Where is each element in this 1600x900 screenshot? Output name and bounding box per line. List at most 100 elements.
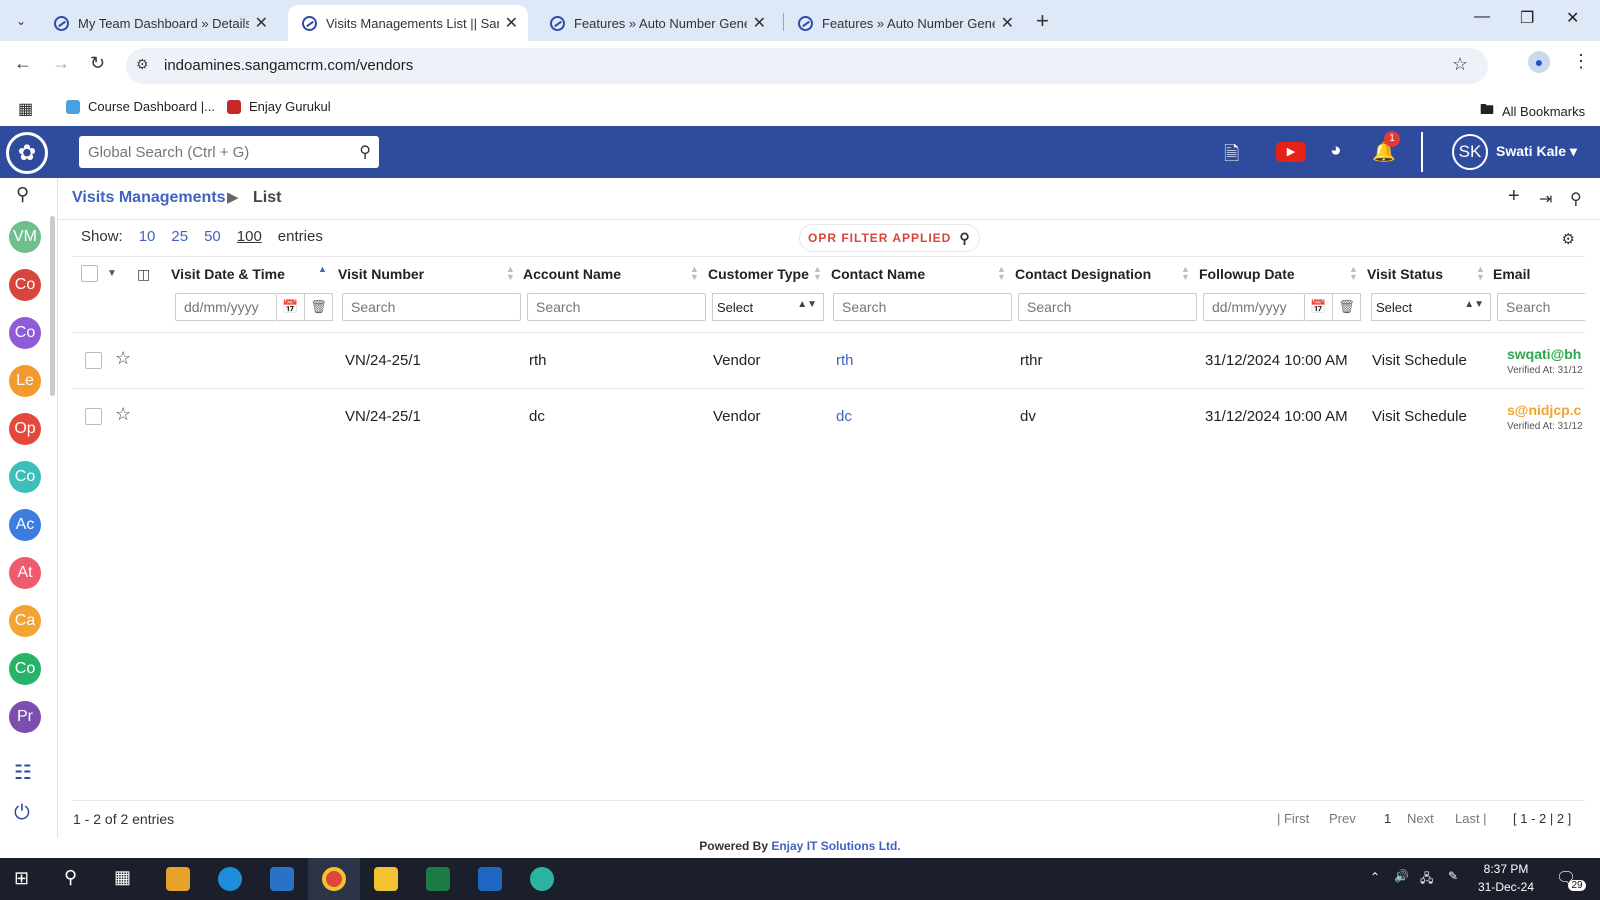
global-search-box[interactable]: ⚲ (79, 136, 379, 168)
keyboard-shortcuts-icon[interactable]: ☷ (14, 760, 32, 785)
sidebar-module-avatar[interactable]: Co (9, 317, 41, 349)
pagination-current-page[interactable]: 1 (1384, 811, 1391, 826)
contact-name-link[interactable]: dc (836, 408, 852, 425)
restore-icon[interactable]: ❐ (1520, 8, 1534, 28)
favorite-star-icon[interactable]: ☆ (115, 348, 131, 369)
taskbar-search-icon[interactable]: ⚲ (64, 867, 77, 888)
contact-name-search-input[interactable] (833, 293, 1012, 321)
followup-date-filter-input[interactable] (1203, 293, 1305, 321)
back-arrow-icon[interactable]: ← (14, 53, 32, 74)
browser-profile-icon[interactable]: ● (1528, 51, 1550, 73)
search-icon[interactable]: ⚲ (359, 142, 371, 162)
user-avatar[interactable]: SK (1452, 134, 1488, 170)
column-header-followup-date[interactable]: Followup Date (1199, 266, 1295, 282)
task-view-icon[interactable]: ▦ (114, 867, 131, 888)
clear-date-trash-icon[interactable]: 🗑 (1333, 293, 1361, 321)
pagination-prev[interactable]: Prev (1329, 811, 1356, 826)
forward-arrow-icon[interactable]: → (52, 53, 70, 74)
browser-tab-active[interactable]: Visits Managements List || Sang ✕ (288, 5, 528, 41)
company-link[interactable]: Enjay IT Solutions Ltd. (771, 839, 900, 853)
outlook-app-icon[interactable] (478, 867, 502, 891)
reload-icon[interactable]: ↻ (90, 53, 105, 74)
pagination-first[interactable]: | First (1277, 811, 1309, 826)
browser-tab[interactable]: My Team Dashboard » Details || ✕ (40, 5, 278, 41)
column-header-visit-date[interactable]: Visit Date & Time (171, 266, 285, 282)
page-size-100[interactable]: 100 (237, 228, 262, 245)
edge-browser-icon[interactable] (218, 867, 242, 891)
sort-icon[interactable]: ▲ ▼ (1476, 265, 1485, 282)
column-header-account-name[interactable]: Account Name (523, 266, 621, 282)
column-header-contact-name[interactable]: Contact Name (831, 266, 925, 282)
list-search-icon[interactable]: ⚲ (1570, 189, 1582, 209)
sort-asc-icon[interactable]: ▲ (318, 265, 327, 274)
bookmark-course-dashboard[interactable]: Course Dashboard |... (66, 99, 215, 114)
breadcrumb-module-link[interactable]: Visits Managements (72, 189, 226, 207)
clear-date-trash-icon[interactable]: 🗑 (305, 293, 333, 321)
bulk-action-caret-icon[interactable]: ▼ (107, 268, 117, 279)
email-link[interactable]: swqati@bh (1507, 346, 1581, 362)
calendar-icon[interactable]: 📅 (277, 293, 305, 321)
clock-time[interactable]: 8:37 PM (1478, 862, 1534, 876)
sort-icon[interactable]: ▲ ▼ (690, 265, 699, 282)
opr-filter-badge[interactable]: OPR FILTER APPLIED ⚲ (799, 224, 980, 252)
row-checkbox[interactable] (85, 408, 102, 425)
browser-tab[interactable]: Features » Auto Number Gener ✕ (784, 5, 1024, 41)
windows-start-icon[interactable]: ⊞ (14, 868, 29, 889)
column-header-email[interactable]: Email (1493, 266, 1530, 282)
table-row[interactable]: ☆ VN/24-25/1 rth Vendor rth rthr 31/12/2024 10… (73, 332, 1585, 387)
power-logout-icon[interactable]: ⏻ (14, 802, 30, 825)
address-bar[interactable]: ⚙ indoamines.sangamcrm.com/vendors ☆ (126, 48, 1488, 84)
close-tab-icon[interactable]: ✕ (1001, 13, 1014, 33)
browser-menu-icon[interactable]: ⋮ (1572, 51, 1590, 72)
edge-dev-browser-icon[interactable] (530, 867, 554, 891)
sort-icon[interactable]: ▲ ▼ (1181, 265, 1190, 282)
site-settings-icon[interactable]: ⚙ (136, 56, 149, 73)
file-stack-app-icon[interactable] (166, 867, 190, 891)
page-size-25[interactable]: 25 (171, 228, 188, 245)
close-tab-icon[interactable]: ✕ (505, 13, 518, 33)
user-menu[interactable]: Swati Kale ▾ (1496, 143, 1577, 160)
sidebar-module-avatar[interactable]: Ac (9, 509, 41, 541)
favorite-star-icon[interactable]: ☆ (115, 404, 131, 425)
minimize-icon[interactable]: — (1474, 8, 1490, 26)
document-search-icon[interactable]: 🗎 (1224, 140, 1239, 172)
apps-grid-icon[interactable]: ▦ (18, 99, 33, 119)
visit-status-select[interactable]: Select ▲▼ (1371, 293, 1491, 321)
sangam-logo-icon[interactable]: ✿ (6, 132, 48, 174)
youtube-icon[interactable]: ▶ (1276, 142, 1306, 162)
calendar-icon[interactable]: 📅 (1305, 293, 1333, 321)
clock-date[interactable]: 31-Dec-24 (1476, 880, 1536, 894)
close-tab-icon[interactable]: ✕ (255, 13, 268, 33)
visit-date-filter-input[interactable] (175, 293, 277, 321)
file-explorer-app-icon[interactable] (270, 867, 294, 891)
sidebar-module-avatar[interactable]: At (9, 557, 41, 589)
pagination-next[interactable]: Next (1407, 811, 1434, 826)
sort-icon[interactable]: ▲ ▼ (1349, 265, 1358, 282)
sidebar-module-avatar[interactable]: Le (9, 365, 41, 397)
sort-icon[interactable]: ▲ ▼ (506, 265, 515, 282)
network-icon[interactable]: 🖧 (1420, 869, 1433, 890)
pagination-last[interactable]: Last | (1455, 811, 1487, 826)
page-size-50[interactable]: 50 (204, 228, 221, 245)
sidebar-module-avatar[interactable]: Co (9, 461, 41, 493)
bookmark-enjay-gurukul[interactable]: Enjay Gurukul (227, 99, 331, 114)
email-link[interactable]: s@nidjcp.c (1507, 402, 1581, 418)
window-close-icon[interactable]: ✕ (1566, 8, 1579, 28)
folder-app-icon[interactable] (374, 867, 398, 891)
email-search-input[interactable] (1497, 293, 1585, 321)
sidebar-module-avatar[interactable]: Ca (9, 605, 41, 637)
new-tab-plus-icon[interactable]: + (1036, 8, 1049, 34)
tray-chevron-icon[interactable]: ⌃ (1370, 870, 1380, 884)
pen-icon[interactable]: ✎ (1448, 869, 1458, 883)
pie-chart-icon[interactable]: ◕ (1330, 140, 1341, 162)
contact-name-link[interactable]: rth (836, 352, 854, 369)
account-name-search-input[interactable] (527, 293, 706, 321)
sidebar-module-avatar[interactable]: Co (9, 269, 41, 301)
sort-icon[interactable]: ▲ ▼ (997, 265, 1006, 282)
bookmark-star-icon[interactable]: ☆ (1452, 54, 1468, 75)
excel-app-icon[interactable] (426, 867, 450, 891)
volume-icon[interactable]: 🔊 (1394, 869, 1409, 883)
page-size-10[interactable]: 10 (139, 228, 156, 245)
global-search-input[interactable] (79, 136, 349, 168)
sidebar-module-avatar[interactable]: Op (9, 413, 41, 445)
